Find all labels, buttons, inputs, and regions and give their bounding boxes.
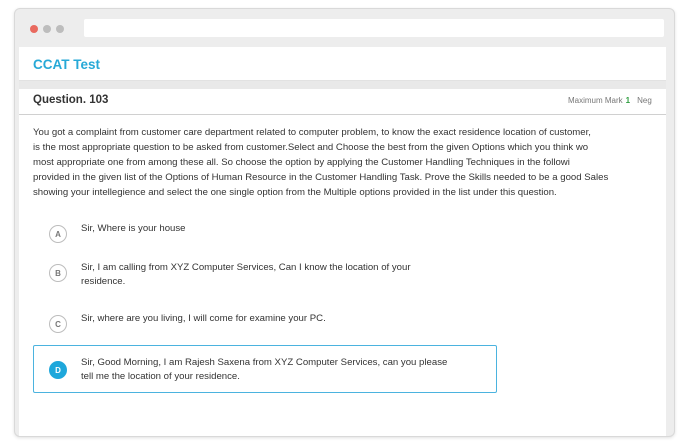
question-header: Question. 103 Maximum Mark 1 Neg <box>19 89 666 115</box>
option-c[interactable]: C Sir, where are you living, I will come… <box>33 304 497 336</box>
option-text-line: Sir, I am calling from XYZ Computer Serv… <box>81 262 411 273</box>
option-d[interactable]: D Sir, Good Morning, I am Rajesh Saxena … <box>33 345 497 393</box>
option-text-line: Sir, Where is your house <box>81 223 186 234</box>
question-text-line: provided in the given list of the Option… <box>33 172 609 183</box>
option-text-line: residence. <box>81 276 126 287</box>
maximize-window-dot[interactable] <box>56 25 64 33</box>
window-chrome <box>15 9 674 47</box>
option-text-c: Sir, where are you living, I will come f… <box>81 312 456 326</box>
option-text-line: Sir, where are you living, I will come f… <box>81 313 326 324</box>
question-text-line: most appropriate one from among these al… <box>33 157 570 168</box>
option-text-line: tell me the location of your residence. <box>81 371 240 382</box>
question-text-line: is the most appropriate question to be a… <box>33 142 589 153</box>
option-a[interactable]: A Sir, Where is your house <box>33 216 497 248</box>
close-window-dot[interactable] <box>30 25 38 33</box>
question-text-line: showing your intellegience and select th… <box>33 187 557 198</box>
negative-mark-label: Neg <box>637 96 652 105</box>
question-text-line: You got a complaint from customer care d… <box>33 127 591 138</box>
option-text-a: Sir, Where is your house <box>81 222 456 236</box>
option-text-line: Sir, Good Morning, I am Rajesh Saxena fr… <box>81 357 448 368</box>
max-mark-value: 1 <box>625 96 631 105</box>
option-letter-b[interactable]: B <box>49 264 67 282</box>
address-bar[interactable] <box>84 19 664 37</box>
minimize-window-dot[interactable] <box>43 25 51 33</box>
test-page: CCAT Test Question. 103 Maximum Mark 1 Neg… <box>19 47 666 436</box>
question-number: Question. 103 <box>33 94 109 106</box>
browser-window: CCAT Test Question. 103 Maximum Mark 1 Neg… <box>14 8 675 437</box>
max-mark-label: Maximum Mark <box>568 96 623 105</box>
option-text-d: Sir, Good Morning, I am Rajesh Saxena fr… <box>81 356 456 384</box>
mark-info: Maximum Mark 1 Neg <box>568 96 652 105</box>
option-text-b: Sir, I am calling from XYZ Computer Serv… <box>81 261 456 289</box>
question-text: You got a complaint from customer care d… <box>33 125 666 200</box>
app-header: CCAT Test <box>19 47 666 81</box>
option-b[interactable]: B Sir, I am calling from XYZ Computer Se… <box>33 253 497 299</box>
option-letter-a[interactable]: A <box>49 225 67 243</box>
app-title: CCAT Test <box>33 57 100 72</box>
option-letter-d[interactable]: D <box>49 361 67 379</box>
option-letter-c[interactable]: C <box>49 315 67 333</box>
header-divider <box>19 81 666 89</box>
